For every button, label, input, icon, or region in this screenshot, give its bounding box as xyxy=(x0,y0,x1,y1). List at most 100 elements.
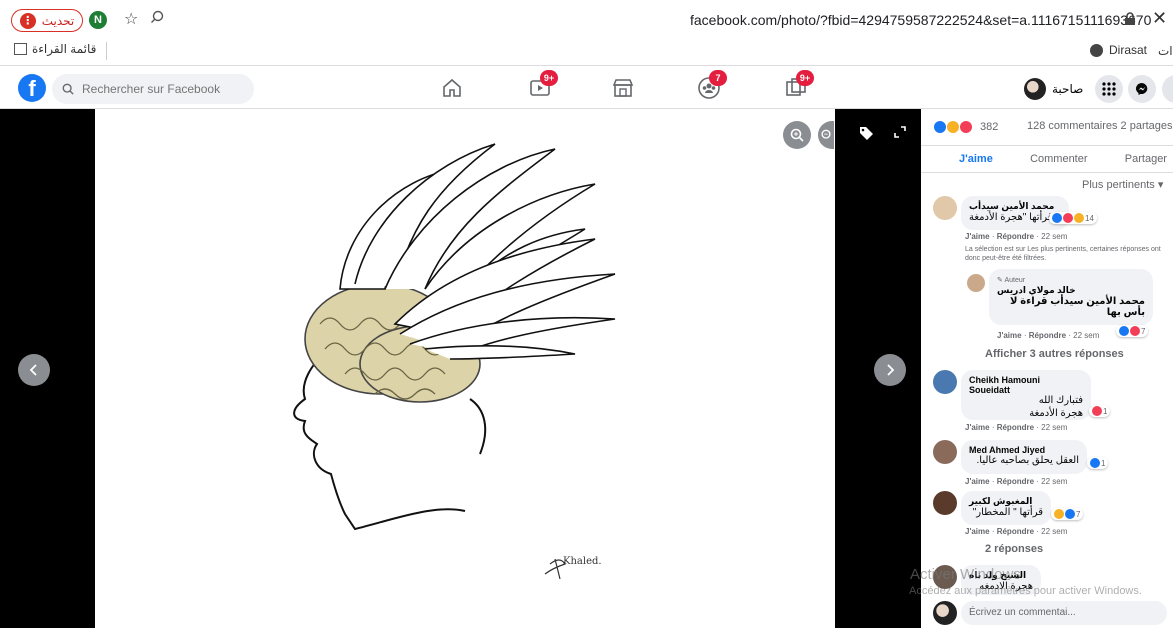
love-reaction-icon xyxy=(1063,213,1073,223)
comment-text: قرأتها " المخطار" xyxy=(972,507,1043,518)
comment-input[interactable]: Écrivez un commentai... xyxy=(961,601,1167,625)
next-photo-button[interactable] xyxy=(874,354,906,386)
comment-like-link[interactable]: J'aime xyxy=(965,423,990,432)
comment-bubble: Cheikh Hamouni Soueidatt فتبارك الله هجر… xyxy=(961,370,1091,420)
grid-menu-icon xyxy=(1102,82,1116,96)
previous-photo-button[interactable] xyxy=(18,354,50,386)
share-button[interactable]: Partager xyxy=(1125,153,1167,165)
comment-meta: J'aime · Répondre · 22 sem xyxy=(965,423,1068,432)
facebook-header: f 9+ 7 9+ صاحبة xyxy=(0,66,1173,109)
comment-bubble: المغبوش لكبير قرأتها " المخطار" xyxy=(961,491,1051,525)
facebook-logo[interactable]: f xyxy=(18,74,46,102)
like-button[interactable]: J'aime xyxy=(959,153,993,165)
comment-time[interactable]: · 22 sem xyxy=(1068,331,1099,340)
comment-time[interactable]: · 22 sem xyxy=(1036,477,1067,486)
close-icon[interactable]: ✕ xyxy=(1152,8,1167,29)
watch-nav[interactable]: 9+ xyxy=(528,70,558,100)
comment-reactions[interactable]: 1 xyxy=(1087,457,1109,469)
comment-reply-link[interactable]: Répondre xyxy=(997,232,1034,241)
comment-text-second: هجرة الأدمغة xyxy=(1029,408,1083,419)
bookmark-dirasat[interactable]: Dirasat xyxy=(1090,43,1147,57)
menu-button[interactable] xyxy=(1095,75,1123,103)
search-box[interactable] xyxy=(52,74,254,104)
comments-panel: 382 128 commentaires 2 partages J'aime C… xyxy=(921,109,1173,628)
tag-icon[interactable] xyxy=(858,125,874,141)
notifications-button[interactable] xyxy=(1162,75,1173,103)
comment-time[interactable]: · 22 sem xyxy=(1036,527,1067,536)
avatar[interactable] xyxy=(933,601,957,625)
address-bar[interactable]: facebook.com/photo/?fbid=429475958722252… xyxy=(690,12,1151,28)
bookmark-overflow[interactable]: ات xyxy=(1158,44,1173,58)
comment-text: محمد الأمين سيدأب قراءة لا بأس بها xyxy=(1010,296,1145,318)
chevron-left-icon xyxy=(29,364,37,376)
comment-like-link[interactable]: J'aime xyxy=(965,232,990,241)
gaming-badge: 9+ xyxy=(796,70,814,86)
comment-author[interactable]: محمد الأمين سيدأب xyxy=(969,201,1061,212)
search-icon[interactable] xyxy=(150,10,164,24)
windows-watermark-subtitle: Accédez aux paramètres pour activer Wind… xyxy=(909,585,1142,597)
gaming-nav[interactable]: 9+ xyxy=(784,70,814,100)
avatar[interactable] xyxy=(933,491,957,515)
comment-text: قرأتها "هجرة الأدمغة " xyxy=(969,212,1059,223)
author-badge: ✎ Auteur xyxy=(997,277,1026,284)
browser-profile-avatar[interactable]: N xyxy=(89,11,107,29)
like-reaction-icon xyxy=(1119,326,1129,336)
comment-reply-link[interactable]: Répondre xyxy=(997,527,1034,536)
avatar[interactable] xyxy=(967,274,985,292)
bookmark-divider xyxy=(106,42,107,60)
update-browser-button[interactable]: ⋮ تحديث xyxy=(11,9,83,32)
profile-button[interactable]: صاحبة xyxy=(1024,78,1083,100)
zoom-in-button[interactable] xyxy=(783,121,811,149)
search-input[interactable] xyxy=(82,82,242,96)
post-actions: J'aime Commenter Partager xyxy=(921,145,1173,173)
comment-bubble: Med Ahmed Jiyed العقل يحلق بصاحبه عاليا. xyxy=(961,440,1087,474)
comment-reactions[interactable]: 1 xyxy=(1089,405,1111,417)
groups-badge: 7 xyxy=(709,70,727,86)
comment-reactions[interactable]: 7 xyxy=(1051,508,1084,520)
comment-reply-link[interactable]: Répondre xyxy=(997,423,1034,432)
messenger-button[interactable] xyxy=(1128,75,1156,103)
comment-like-link[interactable]: J'aime xyxy=(965,527,990,536)
comment-sort-dropdown[interactable]: Plus pertinents ▾ xyxy=(1082,178,1163,191)
comment-reply-link[interactable]: Répondre xyxy=(997,477,1034,486)
love-reaction-icon xyxy=(1130,326,1140,336)
comment-author[interactable]: المغبوش لكبير xyxy=(969,496,1043,507)
comment-like-link[interactable]: J'aime xyxy=(965,477,990,486)
zoom-out-icon xyxy=(821,129,831,139)
comment-reply-link[interactable]: Répondre xyxy=(1029,331,1066,340)
groups-nav[interactable]: 7 xyxy=(697,70,727,100)
marketplace-icon[interactable] xyxy=(611,76,635,100)
comment-button[interactable]: Commenter xyxy=(1030,153,1087,165)
comment-reactions[interactable]: 14 xyxy=(1049,212,1097,224)
comment-meta: J'aime · Répondre · 22 sem xyxy=(997,331,1100,340)
reactions-summary[interactable]: 382 xyxy=(933,120,998,134)
comment-reactions[interactable]: 7 xyxy=(1116,325,1149,337)
globe-icon xyxy=(1090,43,1103,57)
avatar[interactable] xyxy=(933,196,957,220)
view-replies-link[interactable]: 2 réponses xyxy=(985,543,1043,555)
love-reaction-icon xyxy=(959,120,973,134)
comment-time[interactable]: · 22 sem xyxy=(1036,423,1067,432)
lock-icon[interactable] xyxy=(1124,12,1136,26)
avatar[interactable] xyxy=(933,370,957,394)
filter-note: La sélection est sur Les plus pertinents… xyxy=(965,246,1161,262)
comment-time[interactable]: · 22 sem xyxy=(1036,232,1067,241)
like-reaction-icon xyxy=(1052,213,1062,223)
comment-author[interactable]: Med Ahmed Jiyed xyxy=(969,445,1079,455)
fullscreen-icon[interactable] xyxy=(893,125,907,139)
comment-like-link[interactable]: J'aime xyxy=(997,331,1022,340)
comment-author[interactable]: Cheikh Hamouni Soueidatt xyxy=(969,375,1083,395)
windows-watermark-title: Activer Windows xyxy=(910,566,1021,583)
reading-list-icon xyxy=(14,43,27,55)
reaction-count: 7 xyxy=(1076,509,1081,519)
home-icon[interactable] xyxy=(440,76,464,100)
avatar[interactable] xyxy=(933,440,957,464)
haha-reaction-icon xyxy=(1074,213,1084,223)
search-icon xyxy=(62,83,74,95)
post-stats[interactable]: 128 commentaires 2 partages xyxy=(1027,120,1173,132)
more-vertical-icon: ⋮ xyxy=(19,12,36,29)
comment-author[interactable]: خالد مولاي ادريس xyxy=(997,285,1145,296)
reading-list-button[interactable]: قائمة القراءة xyxy=(14,42,96,56)
show-more-replies[interactable]: Afficher 3 autres réponses xyxy=(985,348,1124,360)
bookmark-star-icon[interactable]: ☆ xyxy=(124,9,138,29)
